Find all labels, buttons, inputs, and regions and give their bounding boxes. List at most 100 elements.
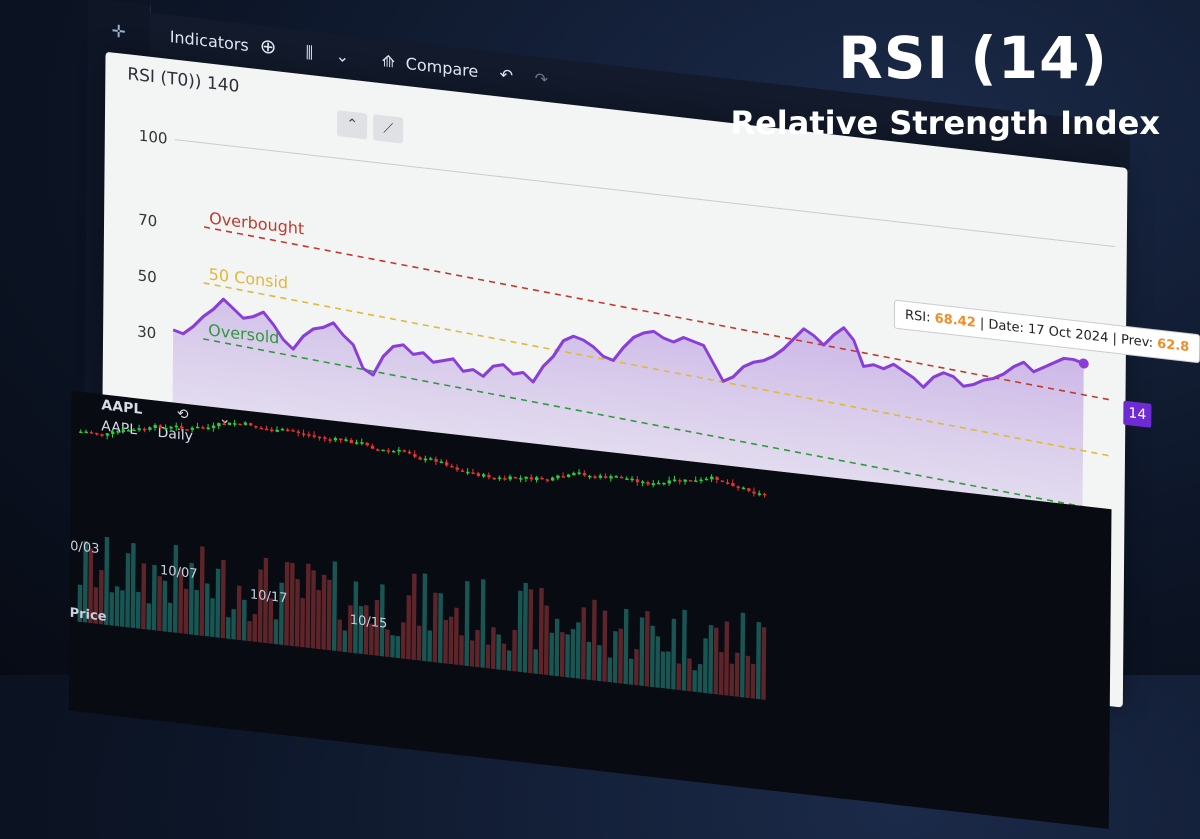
volume-bar <box>464 581 469 666</box>
volume-bar <box>417 625 422 660</box>
volume-bar <box>433 593 438 663</box>
candle-body <box>466 472 469 474</box>
volume-bar <box>544 605 549 675</box>
redo-icon[interactable]: ↷ <box>535 69 549 90</box>
candle-body <box>228 422 231 425</box>
volume-bar <box>729 664 734 697</box>
candle-body <box>758 493 761 495</box>
volume-bar <box>523 583 528 673</box>
candle-body <box>578 472 581 474</box>
reference-label: Overbought <box>209 209 304 239</box>
volume-bar <box>443 620 448 664</box>
candle-body <box>116 431 119 433</box>
candle-body <box>127 430 130 432</box>
candle-body <box>307 434 310 436</box>
volume-bar <box>131 543 136 628</box>
candle-body <box>530 477 533 480</box>
candle-body <box>238 424 241 426</box>
candle-body <box>244 422 247 425</box>
candle-body <box>297 431 300 433</box>
undo-icon[interactable]: ↶ <box>500 65 514 86</box>
volume-bar <box>751 664 756 699</box>
volume-bar <box>491 627 496 669</box>
gridline-100 <box>175 140 1115 247</box>
candle-body <box>387 450 390 452</box>
candle-body <box>747 488 750 491</box>
plus-icon[interactable]: ⊕ <box>260 33 277 59</box>
volume-bar <box>592 600 597 681</box>
candle-body <box>313 435 316 437</box>
candle-body <box>625 478 628 480</box>
candle-body <box>684 479 687 482</box>
candle-body <box>328 439 331 441</box>
candle-body <box>106 433 109 436</box>
volume-bar <box>602 610 607 681</box>
candle-body <box>196 426 199 428</box>
candle-body <box>122 429 125 432</box>
candle-body <box>344 439 347 441</box>
candle-body <box>275 430 278 432</box>
page-title: RSI (14) <box>838 24 1108 92</box>
candle-body <box>636 479 639 482</box>
volume-bar <box>719 652 724 695</box>
volume-bar <box>555 619 560 677</box>
volume-bar <box>205 583 210 636</box>
volume-bar <box>655 636 660 688</box>
candle-body <box>652 483 655 485</box>
candle-body <box>138 428 141 430</box>
candle-body <box>90 432 93 434</box>
candle-body <box>572 473 575 476</box>
indicators-button[interactable]: Indicators <box>170 27 249 55</box>
volume-bar <box>422 573 427 661</box>
candle-body <box>355 442 358 444</box>
candle-body <box>487 475 490 478</box>
candle-body <box>207 427 210 429</box>
volume-bar <box>623 609 628 684</box>
candle-body <box>556 475 559 478</box>
volume-bar <box>756 622 761 699</box>
candle-body <box>737 486 740 488</box>
volume-bar <box>194 590 199 636</box>
volume-bar <box>698 664 703 693</box>
volume-bar <box>682 610 687 691</box>
volume-bar <box>221 560 226 639</box>
volume-bar <box>343 630 348 652</box>
bar-style-icon[interactable]: ⌄ <box>336 46 350 67</box>
candle-body <box>281 429 284 431</box>
candle-body <box>551 477 554 480</box>
candle-body <box>731 483 734 486</box>
crosshair-icon[interactable]: ✛ <box>108 20 130 44</box>
candle-body <box>201 427 204 429</box>
volume-bar <box>671 619 676 690</box>
candle-body <box>631 479 634 481</box>
candle-body <box>721 480 724 482</box>
volume-bar <box>634 649 639 685</box>
y-tick-label: 100 <box>139 127 168 148</box>
volume-bar <box>274 619 279 644</box>
compare-button[interactable]: Compare <box>406 54 479 81</box>
candle-body <box>185 429 188 431</box>
volume-bar <box>512 630 517 672</box>
volume-bar <box>136 592 141 629</box>
candle-body <box>514 477 517 479</box>
candle-body <box>678 480 681 482</box>
reference-label: 50 Consid <box>209 265 289 293</box>
volume-bar <box>311 570 316 648</box>
compare-icon[interactable]: ⟰ <box>382 51 396 72</box>
volume-bar <box>242 600 247 641</box>
volume-bar <box>290 563 295 646</box>
volume-bar <box>528 589 533 673</box>
volume-bar <box>115 586 120 626</box>
candles-icon[interactable]: ⫼ <box>306 43 314 64</box>
candle-body <box>763 494 766 496</box>
candle-body <box>381 449 384 451</box>
candle-body <box>742 487 745 489</box>
volume-bar <box>199 546 204 636</box>
candle-body <box>143 429 146 431</box>
volume-bar <box>237 586 242 641</box>
candle-body <box>562 476 565 478</box>
candle-body <box>673 479 676 481</box>
volume-bar <box>449 617 454 665</box>
volume-bar <box>337 619 342 651</box>
volume-bar <box>146 603 151 630</box>
